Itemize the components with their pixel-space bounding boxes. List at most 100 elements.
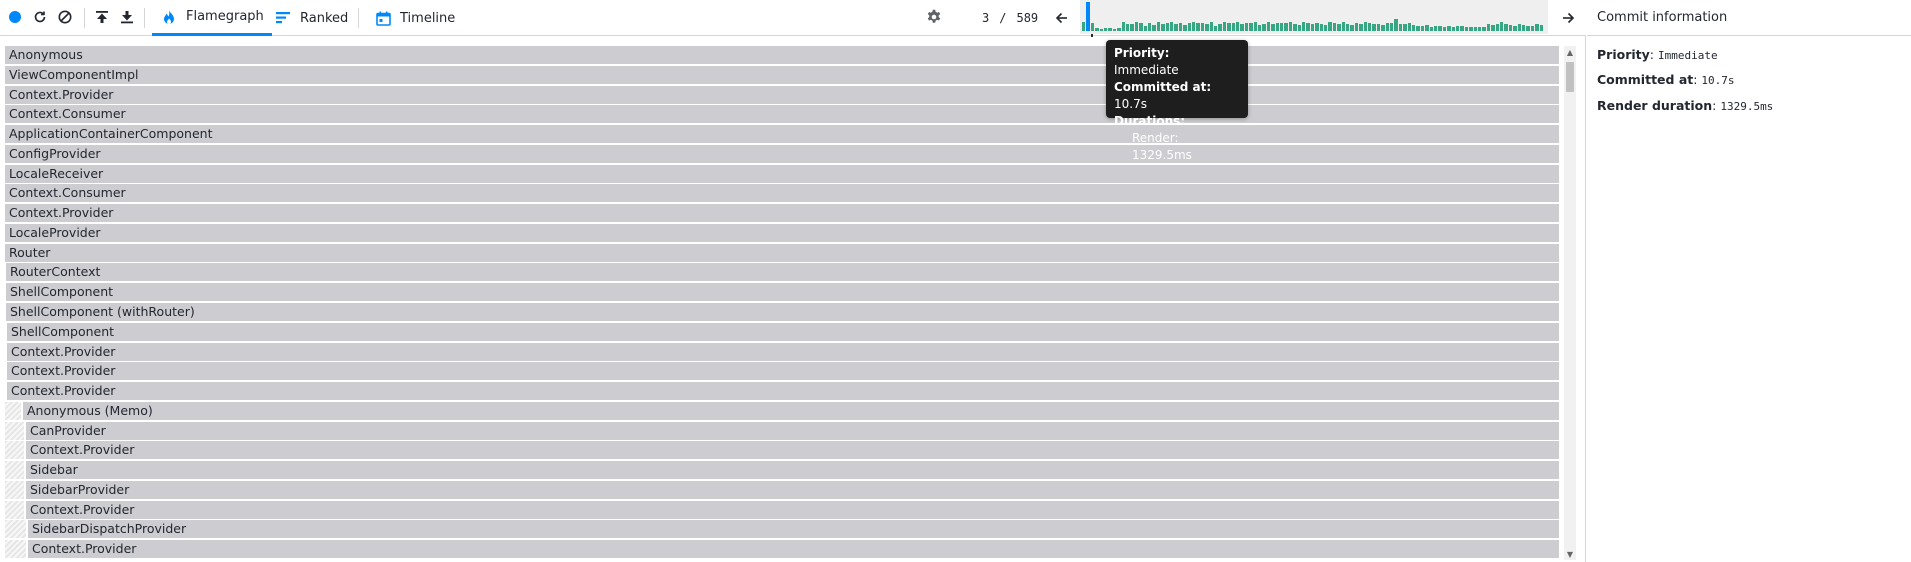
- upload-icon[interactable]: [93, 8, 111, 26]
- commit-bar[interactable]: [1513, 26, 1517, 31]
- gear-icon[interactable]: [925, 8, 943, 26]
- commit-bar[interactable]: [1275, 23, 1279, 31]
- commit-bar[interactable]: [1372, 24, 1376, 31]
- commit-bar[interactable]: [1143, 26, 1147, 31]
- commit-bar[interactable]: [1381, 25, 1385, 31]
- commit-bar[interactable]: [1420, 26, 1425, 31]
- commit-bar[interactable]: [1407, 23, 1411, 31]
- commit-bar[interactable]: [1200, 23, 1205, 31]
- commit-bar[interactable]: [1266, 22, 1271, 31]
- arrow-right-icon[interactable]: [1558, 8, 1578, 28]
- commit-bar[interactable]: [1244, 23, 1249, 31]
- commit-bar[interactable]: [1539, 25, 1543, 31]
- commit-bar[interactable]: [1240, 24, 1244, 31]
- flame-row[interactable]: Context.Provider: [5, 86, 1559, 104]
- commit-bar[interactable]: [1126, 24, 1130, 31]
- commit-bar[interactable]: [1192, 22, 1196, 31]
- commit-bar[interactable]: [1464, 27, 1469, 31]
- commit-bar[interactable]: [1363, 22, 1367, 31]
- flame-row[interactable]: Context.Provider: [26, 501, 1559, 519]
- commit-bar[interactable]: [1148, 23, 1152, 31]
- commit-bar[interactable]: [1271, 24, 1275, 31]
- commit-bar[interactable]: [1500, 22, 1504, 31]
- flame-row[interactable]: Router: [5, 244, 1559, 262]
- commit-bar[interactable]: [1209, 22, 1213, 31]
- commit-bar[interactable]: [1280, 23, 1284, 31]
- commit-bar[interactable]: [1434, 26, 1438, 31]
- commit-bar[interactable]: [1350, 25, 1354, 31]
- commit-bar[interactable]: [1205, 24, 1209, 31]
- flame-row[interactable]: SidebarDispatchProvider: [28, 520, 1559, 538]
- commit-bar[interactable]: [1482, 27, 1486, 31]
- flame-row[interactable]: Sidebar: [26, 461, 1559, 479]
- commit-bar[interactable]: [1535, 24, 1539, 31]
- flame-row[interactable]: LocaleProvider: [5, 224, 1559, 242]
- commit-bar[interactable]: [1390, 23, 1394, 31]
- tab-timeline[interactable]: Timeline: [366, 0, 463, 36]
- commit-bar[interactable]: [1522, 25, 1526, 31]
- commit-bar[interactable]: [1218, 24, 1222, 31]
- commit-bar[interactable]: [1121, 22, 1125, 31]
- commit-bar[interactable]: [1099, 29, 1103, 31]
- commit-bar[interactable]: [1460, 26, 1464, 31]
- scroll-up-icon[interactable]: ▲: [1564, 46, 1576, 58]
- commit-bar[interactable]: [1359, 24, 1363, 31]
- scroll-down-icon[interactable]: ▼: [1564, 548, 1576, 560]
- commit-bar[interactable]: [1284, 23, 1288, 31]
- flame-row[interactable]: Context.Provider: [7, 382, 1559, 400]
- commit-bar[interactable]: [1385, 23, 1389, 31]
- commit-bar[interactable]: [1214, 26, 1218, 31]
- flame-row[interactable]: Context.Provider: [7, 362, 1559, 380]
- commit-bar[interactable]: [1398, 24, 1403, 31]
- flame-row[interactable]: ShellComponent (withRouter): [6, 303, 1559, 321]
- download-icon[interactable]: [118, 8, 136, 26]
- commit-bar[interactable]: [1090, 23, 1095, 31]
- flame-row[interactable]: Context.Provider: [5, 204, 1559, 222]
- commit-bar[interactable]: [1231, 23, 1235, 31]
- commit-bar[interactable]: [1456, 26, 1460, 31]
- flame-row[interactable]: CanProvider: [26, 422, 1559, 440]
- arrow-left-icon[interactable]: [1052, 8, 1072, 28]
- commit-bar[interactable]: [1315, 23, 1319, 31]
- commit-bar[interactable]: [1262, 24, 1266, 31]
- flame-scrollbar[interactable]: ▲ ▼: [1564, 46, 1576, 560]
- commit-bar[interactable]: [1258, 25, 1262, 31]
- commit-bar[interactable]: [1082, 22, 1086, 31]
- commit-bar[interactable]: [1178, 23, 1183, 31]
- commit-bar[interactable]: [1196, 23, 1200, 31]
- commit-bar[interactable]: [1134, 22, 1139, 31]
- commit-bar[interactable]: [1332, 23, 1337, 31]
- commit-bar[interactable]: [1368, 23, 1372, 31]
- commit-bar[interactable]: [1451, 27, 1455, 31]
- flame-row[interactable]: Context.Consumer: [5, 105, 1559, 123]
- commit-bar[interactable]: [1346, 24, 1350, 31]
- commit-bar[interactable]: [1416, 26, 1420, 31]
- commit-bar[interactable]: [1183, 25, 1187, 31]
- commit-bar[interactable]: [1412, 25, 1416, 31]
- commit-bar[interactable]: [1438, 26, 1442, 31]
- commit-bar[interactable]: [1526, 26, 1530, 31]
- commit-bar[interactable]: [1130, 24, 1134, 31]
- commit-bar[interactable]: [1354, 23, 1359, 31]
- flame-row[interactable]: Context.Provider: [26, 441, 1559, 459]
- commit-bar[interactable]: [1117, 28, 1121, 31]
- commit-bar[interactable]: [1187, 23, 1191, 31]
- commit-bar[interactable]: [1156, 22, 1161, 31]
- commit-bar[interactable]: [1324, 25, 1328, 31]
- flame-row[interactable]: ShellComponent: [6, 283, 1559, 301]
- commit-bar[interactable]: [1337, 24, 1341, 31]
- commit-bar[interactable]: [1376, 24, 1381, 31]
- commit-bar[interactable]: [1478, 27, 1482, 31]
- commit-bar[interactable]: [1469, 27, 1473, 31]
- commit-bar[interactable]: [1319, 24, 1323, 31]
- commit-bar[interactable]: [1253, 22, 1257, 31]
- commit-bar[interactable]: [1302, 22, 1306, 31]
- commit-bar[interactable]: [1442, 27, 1447, 31]
- commit-bar[interactable]: [1328, 22, 1332, 31]
- flame-row[interactable]: ShellComponent: [7, 323, 1559, 341]
- flame-row[interactable]: ApplicationContainerComponent: [5, 125, 1559, 143]
- commit-bar[interactable]: [1236, 22, 1240, 31]
- record-icon[interactable]: [6, 8, 24, 26]
- commit-bar[interactable]: [1152, 25, 1156, 31]
- flame-row[interactable]: ViewComponentImpl: [5, 66, 1559, 84]
